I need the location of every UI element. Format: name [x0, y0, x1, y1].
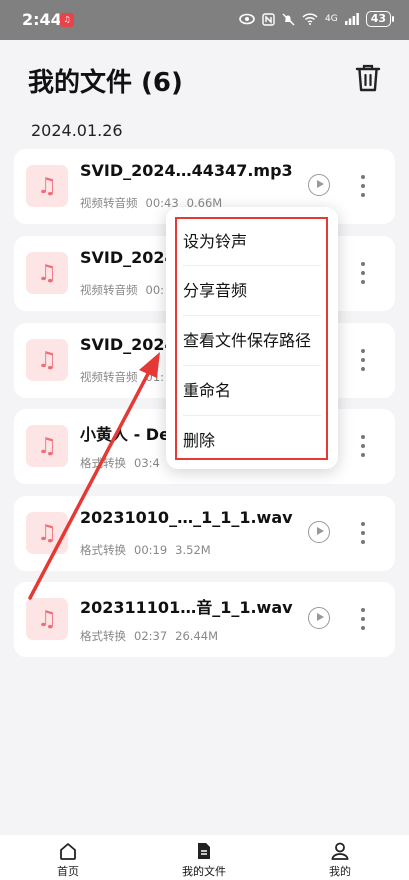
signal-icon	[344, 13, 359, 25]
file-duration: 01:	[145, 370, 165, 384]
status-icons: 4G 43	[239, 11, 395, 27]
file-meta: 格式转换 00:19 3.52M	[80, 542, 219, 558]
file-name: SVID_2024	[80, 248, 176, 267]
nav-label-me: 我的	[329, 865, 351, 878]
play-button[interactable]	[308, 607, 330, 629]
file-type: 视频转音频	[80, 370, 138, 384]
file-size: 26.44M	[175, 629, 219, 643]
play-button[interactable]	[308, 174, 330, 196]
eye-icon	[239, 13, 255, 25]
wifi-icon	[302, 13, 318, 25]
music-note-icon: ♫	[26, 512, 68, 554]
file-meta: 视频转音频 00:	[80, 282, 172, 298]
file-duration: 02:37	[134, 629, 168, 643]
music-note-icon: ♫	[26, 165, 68, 207]
more-options-button[interactable]	[360, 262, 366, 284]
mute-icon	[282, 13, 295, 25]
nav-label-home: 首页	[57, 865, 79, 878]
more-options-button[interactable]	[360, 349, 366, 371]
file-duration: 00:19	[134, 543, 168, 557]
file-name: SVID_2024…44347.mp3	[80, 161, 293, 180]
file-name: 小黄人 - De	[80, 425, 170, 444]
more-options-button[interactable]	[360, 175, 366, 197]
file-card[interactable]: ♫ 202311101…音_1_1.wav 格式转换 02:37 26.44M	[14, 582, 395, 657]
nfc-icon	[262, 12, 275, 26]
status-time: 2:44	[22, 10, 62, 29]
file-name: 20231010_…_1_1_1.wav	[80, 508, 293, 527]
network-type-label: 4G	[324, 13, 338, 24]
more-options-button[interactable]	[360, 435, 366, 457]
home-icon	[60, 843, 76, 860]
music-note-icon: ♫	[26, 339, 68, 381]
file-name: 202311101…音_1_1.wav	[80, 598, 293, 617]
play-button[interactable]	[308, 521, 330, 543]
file-type: 格式转换	[80, 629, 126, 643]
nav-item-me[interactable]: 我的	[300, 841, 380, 879]
music-note-icon: ♫	[26, 598, 68, 640]
date-group-label: 2024.01.26	[31, 121, 123, 140]
file-name: SVID_2024	[80, 335, 176, 354]
file-size: 3.52M	[175, 543, 211, 557]
file-type: 视频转音频	[80, 196, 138, 210]
nav-item-home[interactable]: 首页	[28, 841, 108, 879]
person-icon	[331, 842, 349, 860]
file-duration: 00:	[145, 283, 165, 297]
file-type: 格式转换	[80, 456, 126, 470]
bottom-nav: 首页 我的文件 我的	[0, 835, 409, 880]
music-note-icon: ♫	[26, 425, 68, 467]
page-title: 我的文件 (6)	[28, 68, 183, 98]
nav-label-my-files: 我的文件	[182, 865, 226, 878]
file-meta: 格式转换 03:4	[80, 455, 168, 471]
file-meta: 视频转音频 01:	[80, 369, 172, 385]
file-type: 视频转音频	[80, 283, 138, 297]
file-type: 格式转换	[80, 543, 126, 557]
file-card[interactable]: ♫ 20231010_…_1_1_1.wav 格式转换 00:19 3.52M	[14, 496, 395, 571]
battery-icon: 43	[365, 11, 395, 27]
nav-item-my-files[interactable]: 我的文件	[164, 841, 244, 879]
file-meta: 格式转换 02:37 26.44M	[80, 628, 226, 644]
more-options-button[interactable]	[360, 522, 366, 544]
more-options-button[interactable]	[360, 608, 366, 630]
music-note-icon: ♫	[26, 252, 68, 294]
app-notification-icon: ♫	[60, 13, 74, 27]
trash-icon[interactable]	[353, 62, 383, 94]
highlight-box	[175, 217, 328, 460]
file-icon	[198, 843, 210, 859]
file-duration: 03:4	[134, 456, 160, 470]
status-bar: 2:44 ♫ 4G 43	[0, 0, 409, 40]
